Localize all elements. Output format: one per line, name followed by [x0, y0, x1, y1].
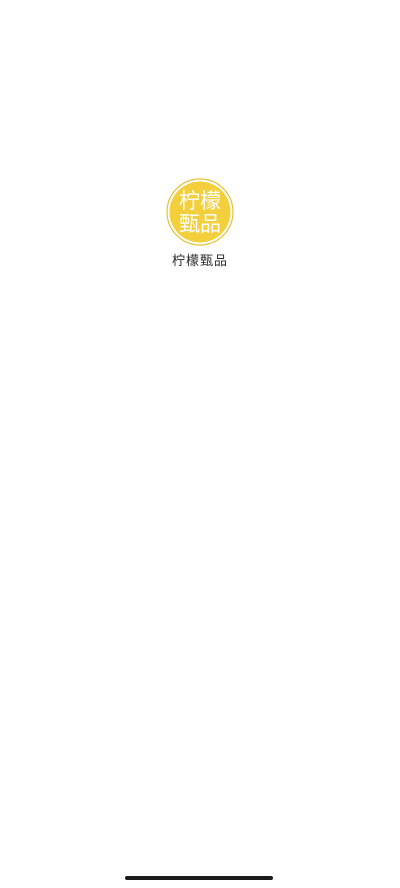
home-indicator[interactable]	[125, 876, 273, 880]
app-logo: 柠檬 甄品	[166, 178, 234, 246]
logo-text-line2: 甄品	[179, 212, 221, 236]
app-name-label: 柠檬甄品	[171, 254, 228, 269]
splash-screen: 柠檬 甄品 柠檬甄品	[0, 0, 400, 888]
logo-text-line1: 柠檬	[179, 189, 221, 213]
logo-badge: 柠檬 甄品	[166, 178, 234, 246]
